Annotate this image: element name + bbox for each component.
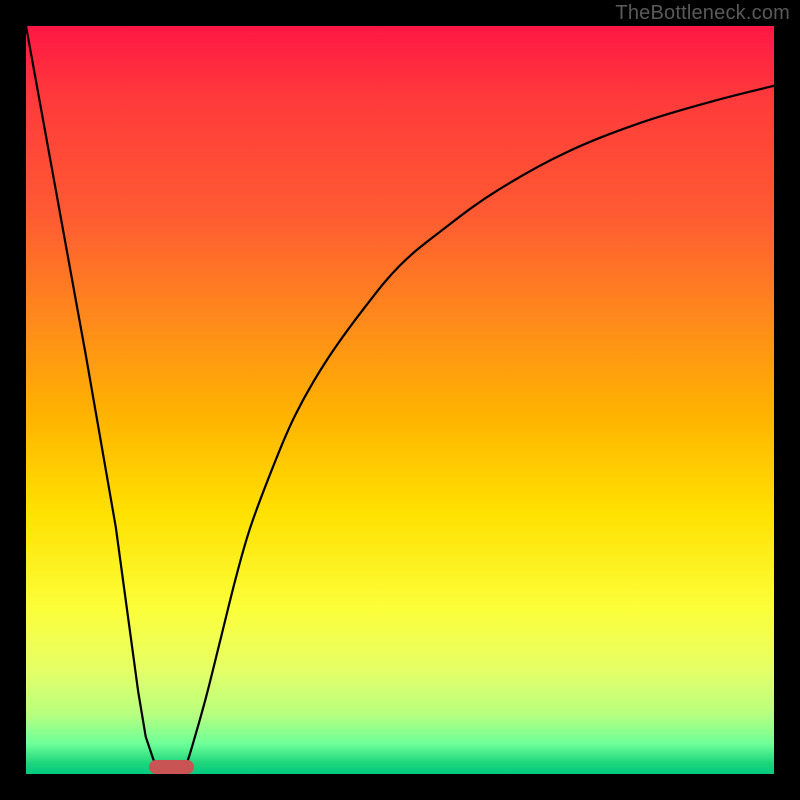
optimal-marker xyxy=(149,760,194,774)
watermark-text: TheBottleneck.com xyxy=(615,2,790,25)
curve-path xyxy=(26,26,774,774)
curve-layer xyxy=(26,26,774,774)
chart-frame: TheBottleneck.com xyxy=(0,0,800,800)
plot-area xyxy=(26,26,774,774)
